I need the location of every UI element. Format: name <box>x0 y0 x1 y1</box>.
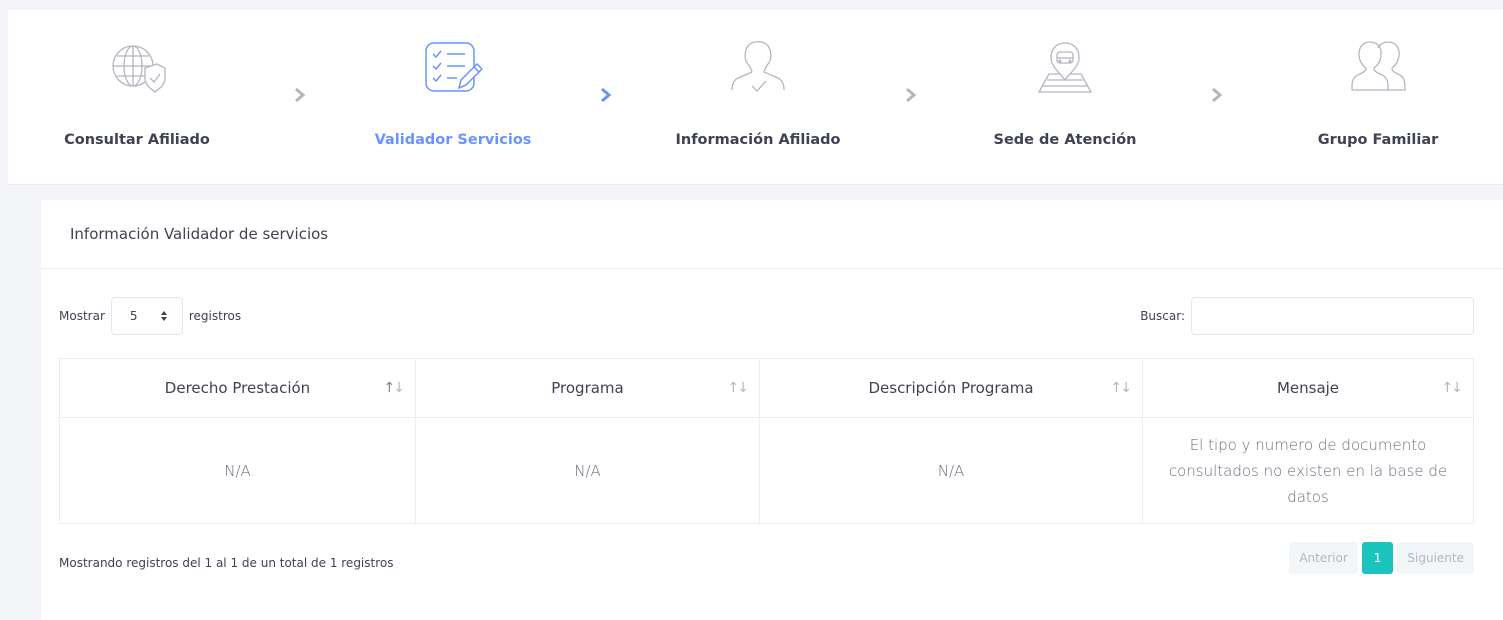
step-label: Consultar Afiliado <box>64 132 210 148</box>
table-cell: N/A <box>759 417 1143 524</box>
map-location-icon <box>1035 40 1095 96</box>
table-cell: El tipo y numero de documento consultado… <box>1142 417 1474 524</box>
globe-shield-icon <box>107 40 167 96</box>
chevron-right-icon <box>906 87 917 103</box>
sort-icon: ↑↓ <box>383 380 406 396</box>
next-page-button[interactable]: Siguiente <box>1397 542 1474 574</box>
table-header-row: Derecho Prestación ↑↓ Programa ↑↓ Descri… <box>59 358 1474 418</box>
table-cell: N/A <box>59 417 416 524</box>
step-label: Información Afiliado <box>675 132 841 148</box>
page-size-select[interactable]: 5 <box>110 297 183 335</box>
step-label: Grupo Familiar <box>1317 132 1439 148</box>
card-header: Información Validador de servicios <box>41 200 1503 269</box>
sort-icon: ↑↓ <box>1110 380 1133 396</box>
page-button-1[interactable]: 1 <box>1361 542 1394 574</box>
records-label: registros <box>188 309 242 323</box>
validador-card: Información Validador de servicios Mostr… <box>41 200 1503 620</box>
column-header-programa[interactable]: Programa ↑↓ <box>415 358 760 418</box>
step-label: Sede de Atención <box>993 132 1137 148</box>
table-cell: N/A <box>415 417 760 524</box>
previous-page-button[interactable]: Anterior <box>1289 542 1358 574</box>
search-input[interactable] <box>1191 297 1474 335</box>
sort-icon: ↑↓ <box>1441 380 1464 396</box>
table-row: N/A N/A N/A El tipo y numero de document… <box>59 417 1474 524</box>
sort-icon: ↑↓ <box>727 380 750 396</box>
table-info: Mostrando registros del 1 al 1 de un tot… <box>59 556 394 570</box>
search-box: Buscar: <box>1140 297 1474 335</box>
column-header-mensaje[interactable]: Mensaje ↑↓ <box>1142 358 1474 418</box>
services-table: Derecho Prestación ↑↓ Programa ↑↓ Descri… <box>59 358 1474 524</box>
page-length: Mostrar 5 registros <box>59 297 241 335</box>
table-controls: Mostrar 5 registros Buscar: <box>59 297 1474 335</box>
person-check-icon <box>728 40 788 96</box>
wizard-steps: Consultar Afiliado Validador Servicios I… <box>8 10 1503 185</box>
chevron-right-icon <box>295 87 306 103</box>
group-icon <box>1348 40 1408 96</box>
column-header-descripcion[interactable]: Descripción Programa ↑↓ <box>759 358 1143 418</box>
step-label: Validador Servicios <box>374 132 532 148</box>
select-arrows-icon <box>160 311 167 321</box>
page-size-value: 5 <box>129 309 138 323</box>
chevron-right-icon <box>601 87 612 103</box>
card-title: Información Validador de servicios <box>70 225 329 243</box>
column-header-derecho[interactable]: Derecho Prestación ↑↓ <box>59 358 416 418</box>
search-label: Buscar: <box>1140 309 1185 323</box>
pagination: Anterior 1 Siguiente <box>1289 542 1474 574</box>
show-label: Mostrar <box>59 309 105 323</box>
chevron-right-icon <box>1212 87 1223 103</box>
checklist-icon <box>423 40 483 96</box>
